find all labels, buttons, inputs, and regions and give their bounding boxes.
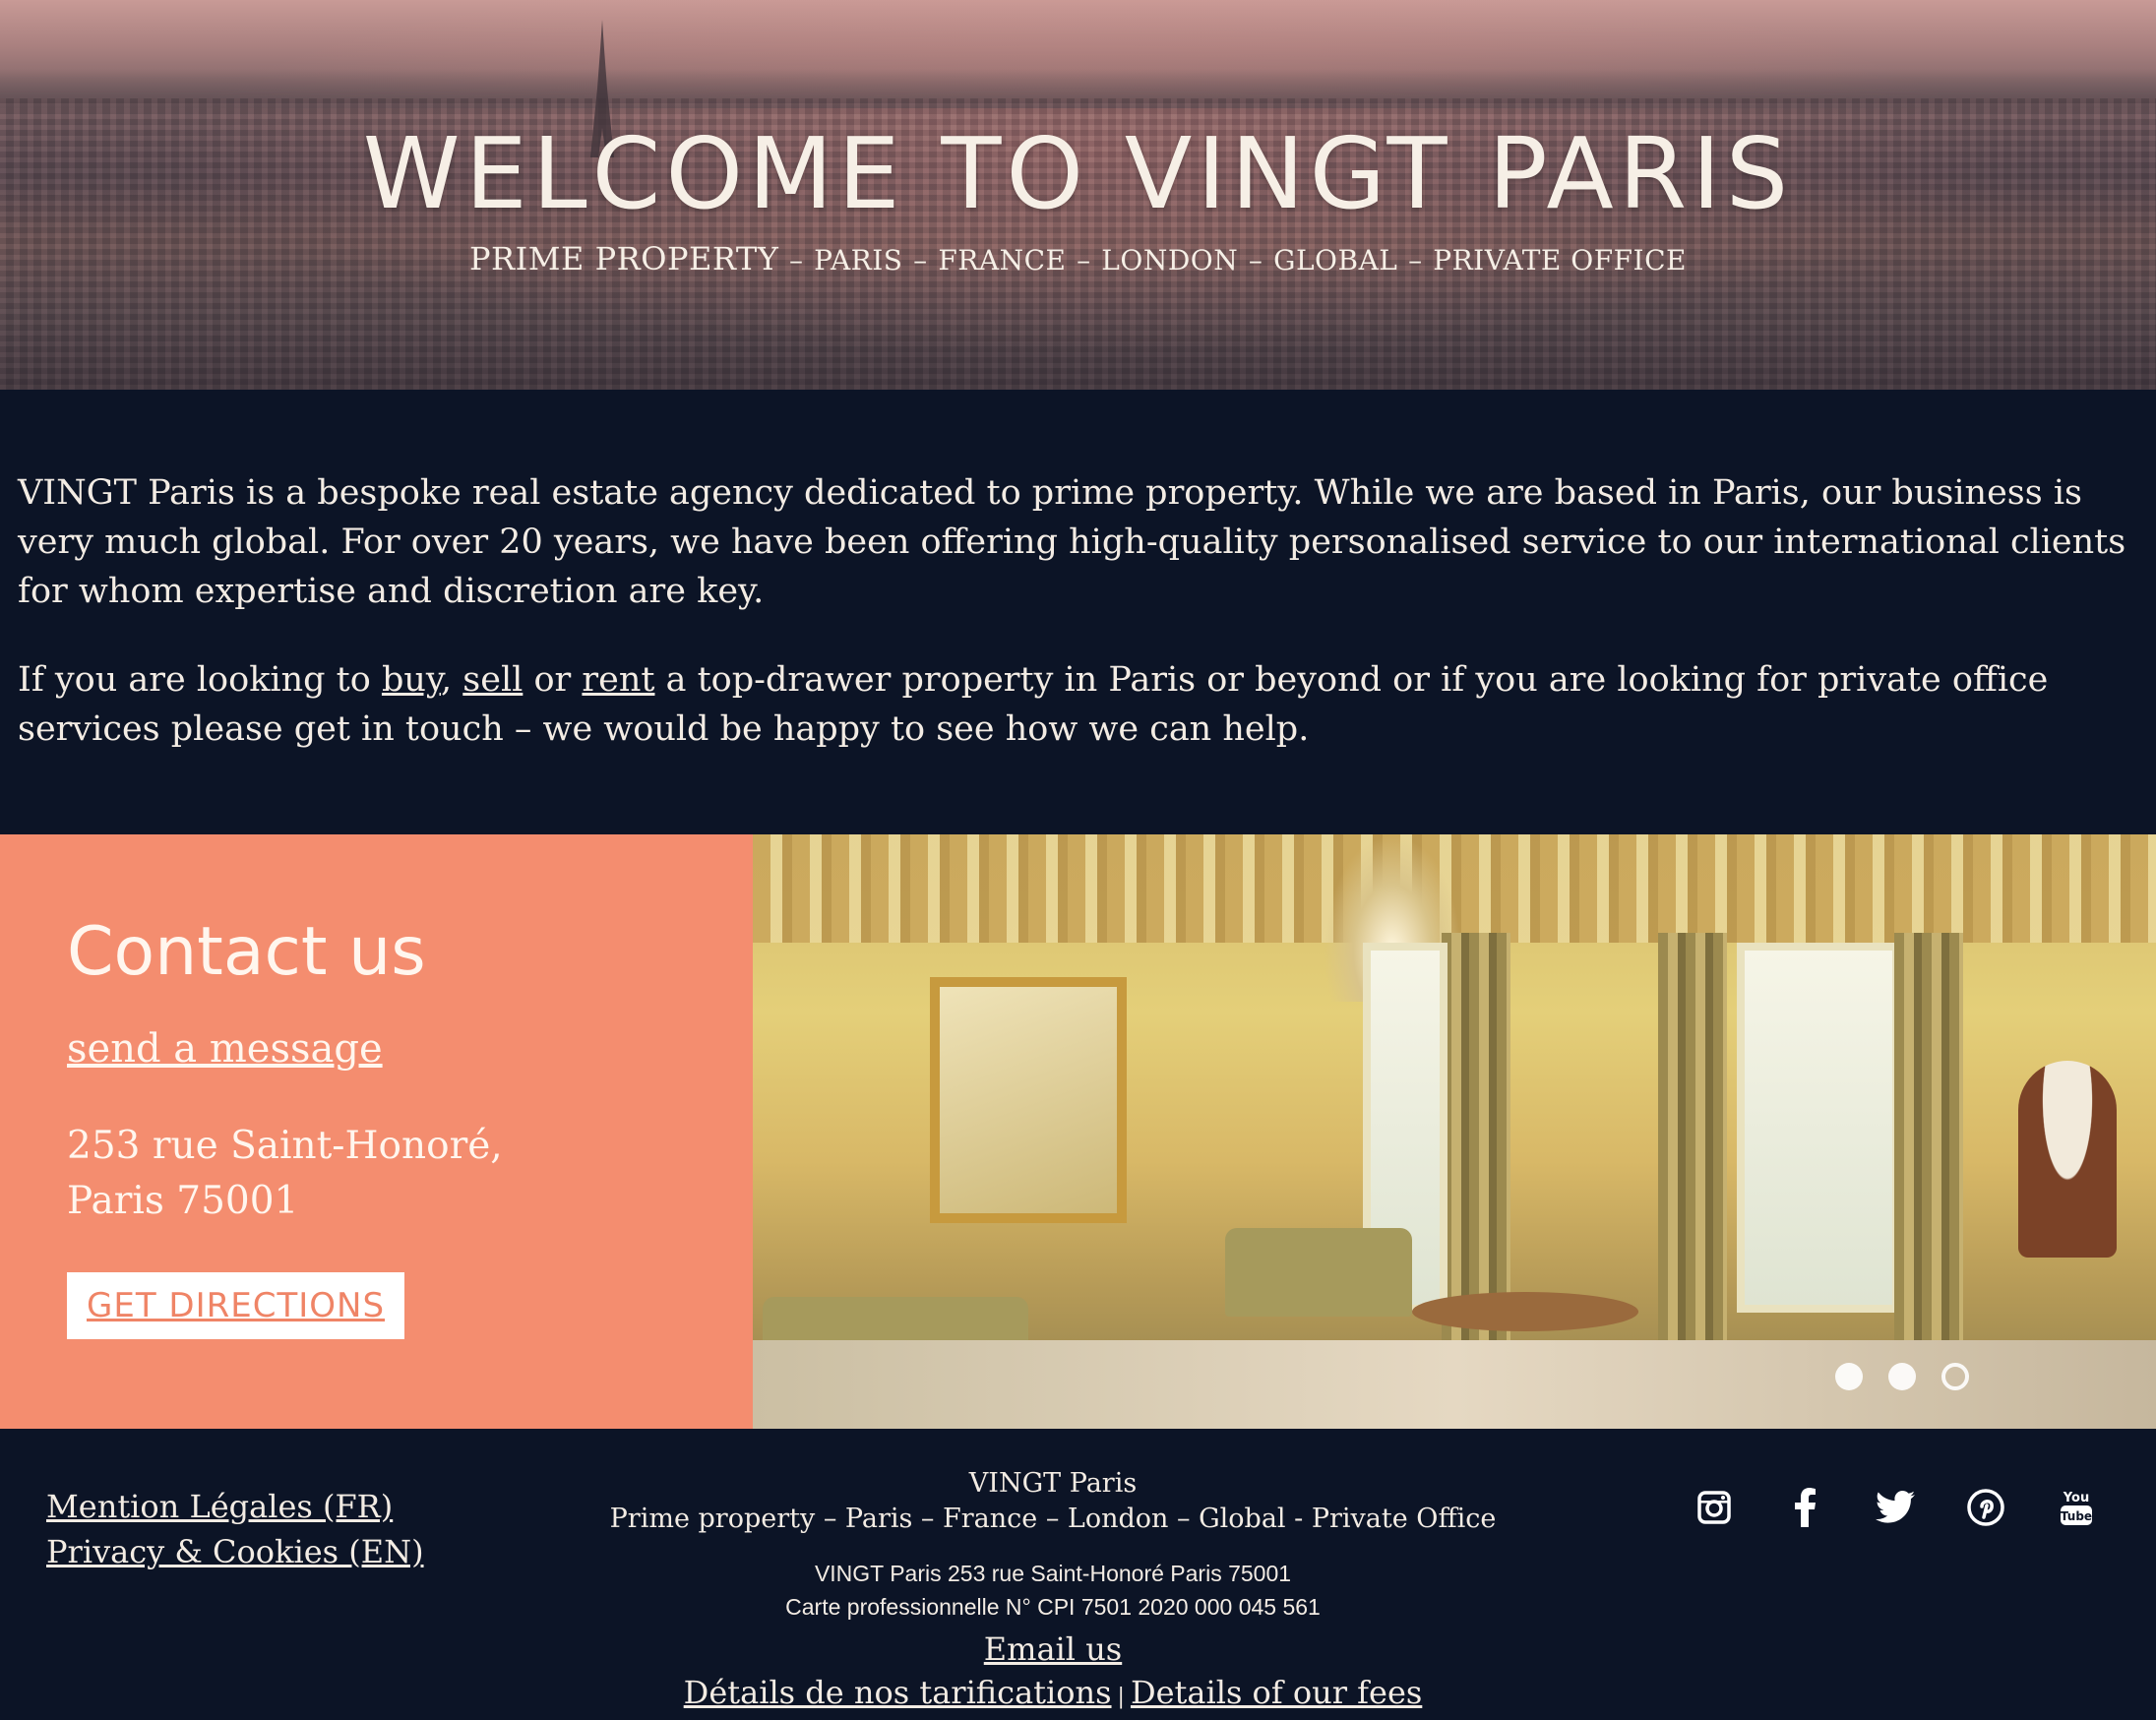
- hero-item-paris: PARIS: [814, 244, 903, 276]
- hero-sep: –: [789, 244, 804, 276]
- carousel-dot-3[interactable]: [1941, 1363, 1969, 1390]
- hero-subtitle: PRIME PROPERTY – PARIS – FRANCE – LONDON…: [0, 240, 2156, 277]
- intro-paragraph-2: If you are looking to buy, sell or rent …: [18, 655, 2138, 754]
- footer-tagline: Prime property – Paris – France – London…: [609, 1504, 1497, 1534]
- sofa: [1225, 1228, 1412, 1317]
- contact-panel: Contact us send a message 253 rue Saint-…: [0, 834, 753, 1429]
- intro-text: ,: [441, 660, 463, 700]
- address-line-2: Paris 75001: [67, 1179, 299, 1223]
- hero-item-london: LONDON: [1101, 244, 1239, 276]
- gilded-mirror: [930, 977, 1127, 1223]
- hero-sep: –: [1248, 244, 1263, 276]
- fees-en-link[interactable]: Details of our fees: [1131, 1674, 1422, 1711]
- fees-links: Détails de nos tarifications | Details of …: [551, 1671, 1555, 1719]
- hero-item-france: FRANCE: [938, 244, 1067, 276]
- hero-banner: WELCOME TO VINGT PARIS PRIME PROPERTY – …: [0, 0, 2156, 390]
- footer-center: VINGT Paris Prime property – Paris – Fra…: [551, 1466, 1555, 1719]
- property-carousel-image: [753, 834, 2156, 1429]
- buy-link[interactable]: buy: [382, 660, 441, 700]
- youtube-icon[interactable]: You Tube: [2057, 1488, 2096, 1527]
- round-table: [1412, 1292, 1638, 1331]
- contact-band: Contact us send a message 253 rue Saint-…: [0, 834, 2156, 1429]
- fees-separator: |: [1117, 1685, 1125, 1709]
- fees-fr-link[interactable]: Détails de nos tarifications: [684, 1674, 1112, 1711]
- social-links: You Tube: [1694, 1488, 2096, 1527]
- svg-text:You: You: [2063, 1491, 2089, 1505]
- marble-bust: [2018, 1061, 2117, 1258]
- page-title: WELCOME TO VINGT PARIS: [362, 116, 1794, 231]
- email-us-link[interactable]: Email us: [551, 1628, 1555, 1671]
- carousel-dots: [1835, 1363, 1969, 1390]
- footer: Mention Légales (FR) Privacy & Cookies (…: [0, 1429, 2156, 1720]
- rent-link[interactable]: rent: [582, 660, 654, 700]
- address-line-1: 253 rue Saint-Honoré,: [67, 1124, 503, 1168]
- hero-subtitle-main: PRIME PROPERTY: [469, 240, 779, 277]
- intro-paragraph-1: VINGT Paris is a bespoke real estate age…: [18, 473, 2126, 611]
- get-directions-button[interactable]: GET DIRECTIONS: [67, 1272, 405, 1339]
- contact-heading: Contact us: [67, 913, 426, 991]
- instagram-icon[interactable]: [1694, 1488, 1734, 1527]
- carousel-dot-2[interactable]: [1888, 1363, 1916, 1390]
- contact-address: 253 rue Saint-Honoré, Paris 75001: [67, 1119, 753, 1229]
- pinterest-icon[interactable]: [1966, 1488, 2005, 1527]
- privacy-cookies-link[interactable]: Privacy & Cookies (EN): [46, 1529, 424, 1574]
- twitter-icon[interactable]: [1876, 1488, 1915, 1527]
- curtain: [1894, 933, 1963, 1366]
- svg-text:Tube: Tube: [2061, 1509, 2092, 1523]
- hero-sep: –: [913, 244, 928, 276]
- footer-address: VINGT Paris 253 rue Saint-Honoré Paris 7…: [814, 1561, 1292, 1586]
- footer-brand: VINGT Paris: [968, 1468, 1138, 1499]
- facebook-icon[interactable]: [1785, 1488, 1824, 1527]
- curtain: [1658, 933, 1727, 1366]
- hero-item-private-office: PRIVATE OFFICE: [1433, 244, 1687, 276]
- intro-text: or: [523, 660, 583, 700]
- sell-link[interactable]: sell: [462, 660, 523, 700]
- hero-sep: –: [1077, 244, 1091, 276]
- hero-sep: –: [1408, 244, 1423, 276]
- footer-address-block: VINGT Paris 253 rue Saint-Honoré Paris 7…: [551, 1557, 1555, 1624]
- intro-text: If you are looking to: [18, 660, 382, 700]
- footer-license: Carte professionnelle N° CPI 7501 2020 0…: [785, 1594, 1321, 1620]
- intro-section: VINGT Paris is a bespoke real estate age…: [0, 390, 2156, 834]
- mentions-legales-link[interactable]: Mention Légales (FR): [46, 1484, 424, 1529]
- hero-item-global: GLOBAL: [1273, 244, 1398, 276]
- send-message-link[interactable]: send a message: [67, 1026, 383, 1072]
- legal-links: Mention Légales (FR) Privacy & Cookies (…: [46, 1484, 424, 1574]
- window: [1737, 943, 1900, 1313]
- carousel-dot-1[interactable]: [1835, 1363, 1863, 1390]
